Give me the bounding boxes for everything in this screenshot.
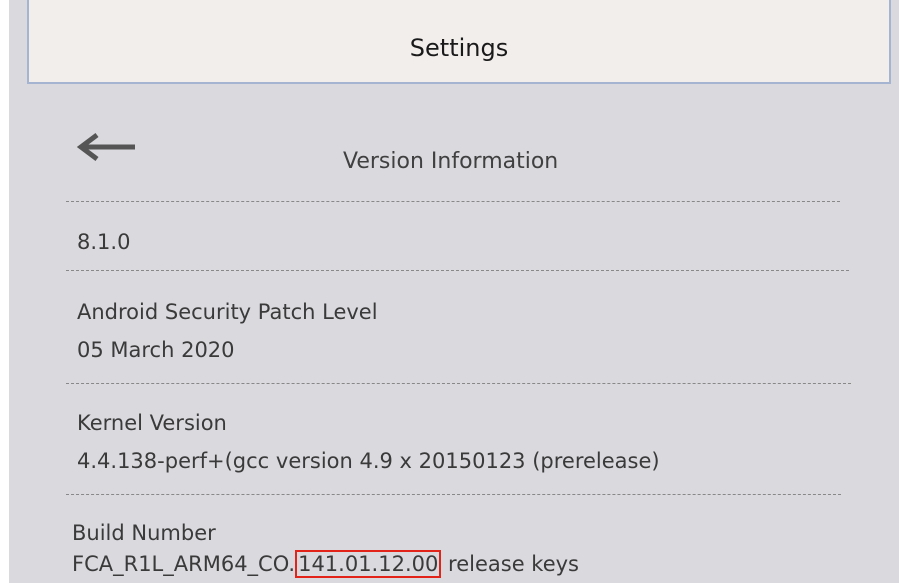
page-title: Settings <box>409 34 509 62</box>
build-number-label: Build Number <box>72 521 216 545</box>
divider <box>66 383 851 384</box>
kernel-version-value: 4.4.138-perf+(gcc version 4.9 x 20150123… <box>77 449 660 473</box>
build-number-value: FCA_R1L_ARM64_CO. 141.01.12.00 release ke… <box>72 550 579 578</box>
back-button[interactable] <box>75 132 137 162</box>
android-version-value: 8.1.0 <box>77 230 131 254</box>
left-arrow-icon <box>76 133 135 161</box>
divider <box>66 201 840 202</box>
build-number-suffix: release keys <box>448 552 579 576</box>
divider <box>66 270 849 271</box>
section-heading: Version Information <box>343 149 559 174</box>
kernel-version-label: Kernel Version <box>77 411 227 435</box>
security-patch-label: Android Security Patch Level <box>77 300 378 324</box>
title-bar: Settings <box>27 0 891 84</box>
build-number-prefix: FCA_R1L_ARM64_CO. <box>72 552 296 576</box>
settings-screen: Settings Version Information 8.1.0 Andro… <box>9 0 899 583</box>
divider <box>66 494 841 495</box>
security-patch-value: 05 March 2020 <box>77 338 235 362</box>
build-number-highlight: 141.01.12.00 <box>295 550 442 578</box>
